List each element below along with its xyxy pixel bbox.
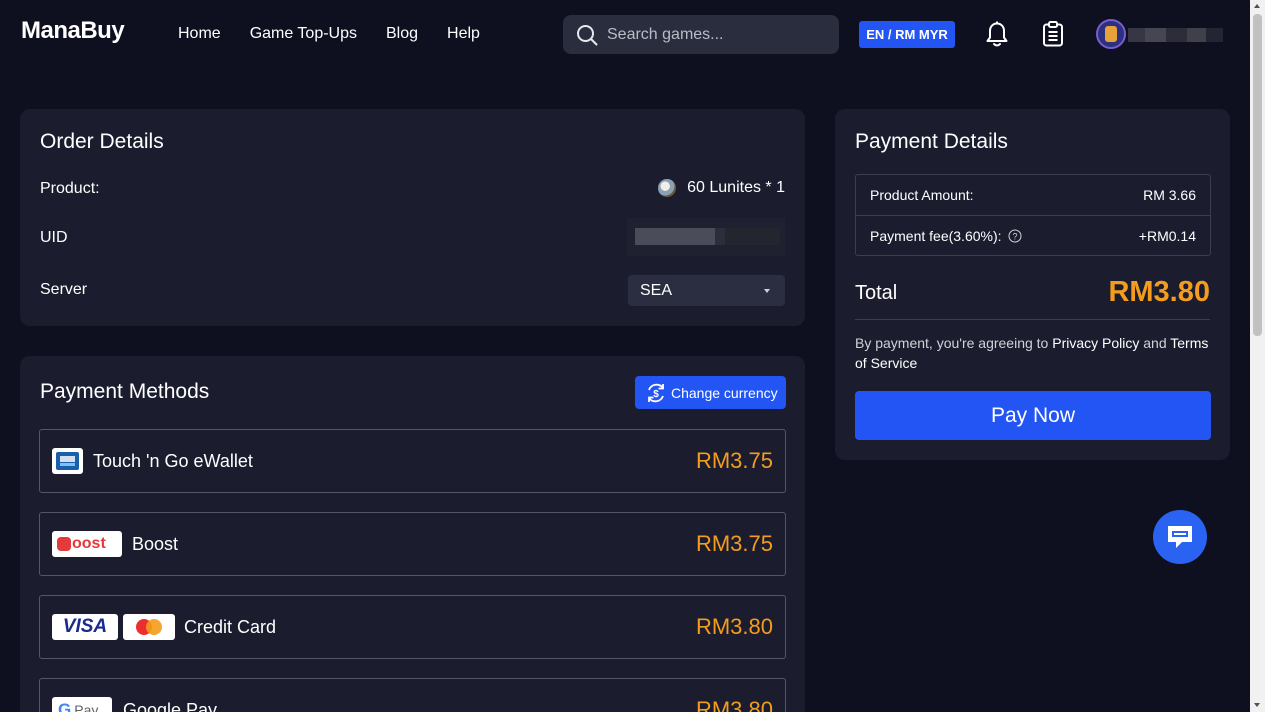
product-amount-label: Product Amount: [870,187,974,203]
product-value-text: 60 Lunites * 1 [687,179,785,196]
top-bar: ManaBuy Home Game Top-Ups Blog Help EN /… [0,0,1250,68]
change-currency-label: Change currency [671,384,778,401]
chat-button[interactable] [1153,510,1207,564]
product-label: Product: [40,180,100,197]
orders-icon[interactable] [1042,21,1064,52]
order-details-title: Order Details [40,130,164,153]
bell-icon[interactable] [985,21,1009,53]
username-redacted [1128,28,1223,42]
method-price: RM3.75 [695,448,773,473]
price-breakdown: Product Amount: RM 3.66 Payment fee(3.60… [855,174,1211,256]
total-label: Total [855,282,898,304]
agreement-text: By payment, you're agreeing to Privacy P… [855,333,1215,373]
search-bar[interactable] [563,15,839,54]
main-nav: Home Game Top-Ups Blog Help [178,25,480,43]
payment-methods-card: Payment Methods $ Change currency Touch … [20,356,805,712]
lunite-icon [658,179,677,197]
product-amount-value: RM 3.66 [1143,187,1196,203]
nav-home[interactable]: Home [178,25,221,43]
payment-method-google-pay[interactable]: G Pay Google Pay RM3.80 [39,678,786,712]
payment-details-card: Payment Details Product Amount: RM 3.66 … [835,109,1230,460]
avatar-image [1105,26,1117,42]
method-name: Google Pay [123,700,218,712]
scroll-thumb[interactable] [1253,14,1262,336]
server-label: Server [40,281,88,298]
payment-details-title: Payment Details [855,130,1008,153]
privacy-policy-link[interactable]: Privacy Policy [1052,335,1139,351]
uid-redacted [627,218,785,256]
site-logo[interactable]: ManaBuy [21,17,125,45]
avatar[interactable] [1096,19,1126,49]
pay-now-button[interactable]: Pay Now [855,391,1211,440]
payment-fee-label-text: Payment fee(3.60%): [870,228,1002,244]
chevron-down-icon [764,289,770,293]
server-select[interactable]: SEA [628,275,785,306]
payment-method-credit-card[interactable]: VISA Credit Card RM3.80 [39,595,786,659]
divider [855,319,1210,320]
nav-blog[interactable]: Blog [386,25,418,43]
page-scrollbar[interactable] [1250,0,1265,712]
agreement-prefix: By payment, you're agreeing to [855,335,1053,351]
server-select-value: SEA [640,282,673,299]
visa-logo-icon: VISA [52,614,118,640]
method-price: RM3.80 [695,697,773,712]
nav-game-top-ups[interactable]: Game Top-Ups [250,25,357,43]
scroll-up-arrow-icon[interactable] [1254,4,1260,8]
mastercard-logo-icon [123,614,175,640]
payment-fee-value: +RM0.14 [1138,228,1196,244]
method-name: Credit Card [184,617,277,637]
chat-icon [1168,526,1192,548]
payment-method-tng[interactable]: Touch 'n Go eWallet RM3.75 [39,429,786,493]
product-value: 60 Lunites * 1 [658,179,785,197]
product-amount-row: Product Amount: RM 3.66 [856,175,1210,215]
help-circle-icon[interactable]: ? [1008,229,1022,243]
language-currency-button[interactable]: EN / RM MYR [859,21,955,48]
google-pay-logo-icon: G Pay [52,697,112,712]
total-value: RM3.80 [1108,276,1210,308]
boost-logo-icon: oost [52,531,122,557]
search-icon [577,24,598,45]
method-name: Touch 'n Go eWallet [93,451,253,471]
svg-text:$: $ [653,389,659,400]
nav-help[interactable]: Help [447,25,480,43]
agreement-and: and [1139,335,1171,351]
payment-methods-title: Payment Methods [40,380,210,403]
order-details-card: Order Details Product: 60 Lunites * 1 UI… [20,109,805,326]
payment-method-boost[interactable]: oost Boost RM3.75 [39,512,786,576]
change-currency-button[interactable]: $ Change currency [635,376,786,409]
payment-fee-label: Payment fee(3.60%): ? [870,228,1022,244]
svg-text:?: ? [1013,232,1018,242]
method-price: RM3.75 [695,531,773,556]
search-input[interactable] [607,25,827,44]
currency-exchange-icon: $ [648,383,664,402]
method-price: RM3.80 [695,614,773,639]
scroll-down-arrow-icon[interactable] [1254,703,1260,707]
method-name: Boost [132,534,179,554]
uid-label: UID [40,229,68,246]
tng-logo-icon [52,448,83,474]
payment-fee-row: Payment fee(3.60%): ? +RM0.14 [856,216,1210,256]
